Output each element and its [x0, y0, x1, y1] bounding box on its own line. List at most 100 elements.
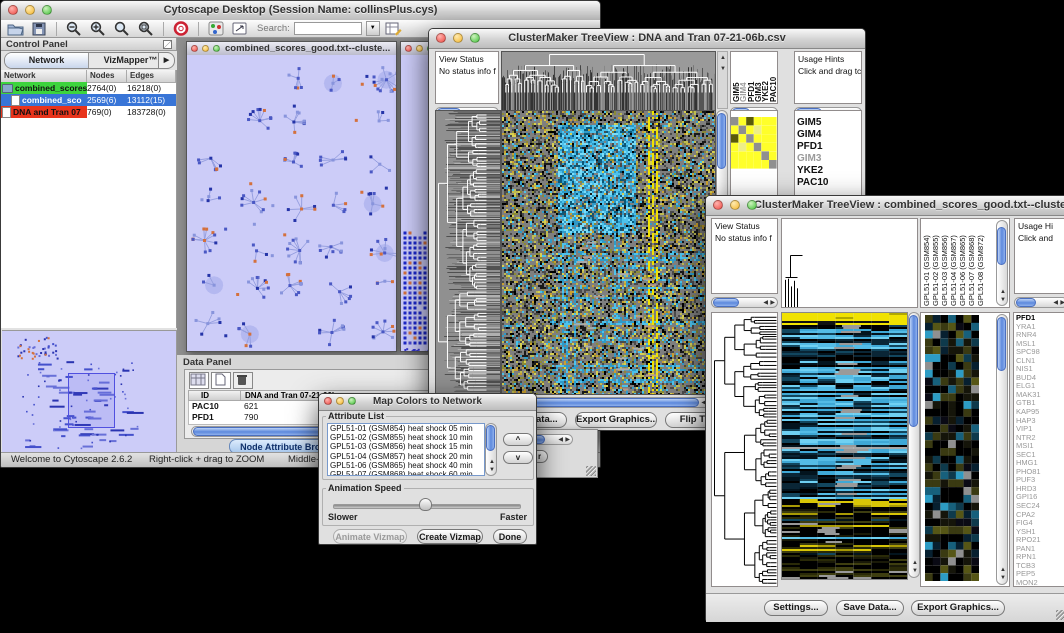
- attribute-list-item[interactable]: GPL51-04 (GSM857) heat shock 20 min: [328, 452, 484, 461]
- speed-slider-thumb[interactable]: [419, 498, 432, 511]
- zoom-in-icon[interactable]: [88, 21, 108, 37]
- cytoscape-titlebar[interactable]: Cytoscape Desktop (Session Name: collins…: [1, 1, 600, 21]
- gene-label[interactable]: GIM3: [795, 153, 861, 165]
- gene-label[interactable]: YKE2: [795, 165, 861, 177]
- column-label[interactable]: GPL51-04 (GSM857): [949, 220, 958, 306]
- birdseye-view[interactable]: [2, 330, 177, 455]
- attribute-editor-icon[interactable]: [384, 21, 404, 37]
- close-icon[interactable]: [324, 397, 332, 405]
- delete-attribute-icon[interactable]: [233, 372, 253, 389]
- attribute-list-scrollbar[interactable]: ▲▼: [485, 423, 497, 476]
- attribute-list-item[interactable]: GPL51-02 (GSM855) heat shock 10 min: [328, 433, 484, 442]
- search-input[interactable]: [294, 22, 362, 35]
- heatmap-global-view[interactable]: [781, 312, 908, 580]
- column-label[interactable]: YKE2: [761, 52, 768, 102]
- window-title: Cytoscape Desktop (Session Name: collins…: [1, 1, 600, 20]
- close-icon[interactable]: [405, 45, 412, 52]
- minimize-icon[interactable]: [336, 397, 344, 405]
- row-dendrogram[interactable]: [435, 110, 501, 395]
- treeview1-titlebar[interactable]: ClusterMaker TreeView : DNA and Tran 07-…: [429, 29, 865, 49]
- zoom-window-icon[interactable]: [470, 33, 480, 43]
- column-label[interactable]: GPL51-03 (GSM856): [940, 220, 949, 306]
- minimize-icon[interactable]: [25, 5, 35, 15]
- network-canvas[interactable]: [187, 55, 396, 351]
- column-label[interactable]: GPL51-02 (GSM855): [931, 220, 940, 306]
- done-button[interactable]: Done: [493, 529, 527, 544]
- column-label[interactable]: PAC10: [769, 52, 776, 102]
- network-row[interactable]: combined_scores 2764(0) 16218(0): [1, 82, 176, 94]
- heatmap-vscrollbar[interactable]: ▲▼: [908, 312, 920, 578]
- network-row[interactable]: DNA and Tran 07 769(0) 183728(0): [1, 106, 176, 118]
- dialog-titlebar[interactable]: Map Colors to Network: [319, 394, 536, 411]
- heatmap-global-view[interactable]: [501, 110, 716, 395]
- animate-vizmap-button[interactable]: Animate Vizmap: [333, 529, 407, 544]
- zoom-vscrollbar[interactable]: ▲▼: [996, 314, 1008, 585]
- move-down-button[interactable]: v: [503, 451, 533, 464]
- open-file-icon[interactable]: [5, 21, 25, 37]
- close-icon[interactable]: [8, 5, 18, 15]
- annotation-icon[interactable]: [230, 21, 250, 37]
- minimize-icon[interactable]: [202, 45, 209, 52]
- gene-label[interactable]: GIM5: [795, 117, 861, 129]
- tab-overflow-arrow[interactable]: ▶: [158, 52, 175, 69]
- window-title: ClusterMaker TreeView : DNA and Tran 07-…: [429, 29, 865, 48]
- zoom-out-icon[interactable]: [64, 21, 84, 37]
- view-status-scrollbar[interactable]: ◀▶: [711, 297, 778, 308]
- help-ring-icon[interactable]: [171, 21, 191, 37]
- attribute-list-item[interactable]: GPL51-01 (GSM854) heat shock 05 min: [328, 424, 484, 433]
- export-graphics-button[interactable]: Export Graphics...: [911, 600, 1005, 616]
- network-row[interactable]: combined_sco 2569(6) 13112(15): [1, 94, 176, 106]
- zoom-fit-icon[interactable]: [136, 21, 156, 37]
- attribute-list[interactable]: GPL51-01 (GSM854) heat shock 05 minGPL51…: [327, 423, 485, 476]
- column-labels-vscrollbar[interactable]: ▲▼: [996, 220, 1008, 306]
- close-icon[interactable]: [713, 200, 723, 210]
- column-label[interactable]: PFD1: [747, 52, 754, 102]
- window-controls: [713, 200, 757, 210]
- create-vizmap-button[interactable]: Create Vizmap: [417, 529, 483, 544]
- close-icon[interactable]: [191, 45, 198, 52]
- column-dendrogram[interactable]: [501, 51, 716, 111]
- zoom-window-icon[interactable]: [42, 5, 52, 15]
- column-label[interactable]: GPL51-08 (GSM872): [976, 220, 985, 306]
- resize-grip[interactable]: [586, 466, 596, 476]
- minimize-icon[interactable]: [416, 45, 423, 52]
- search-dropdown-icon[interactable]: ▼: [366, 21, 380, 36]
- control-panel-tab[interactable]: Network: [5, 53, 89, 68]
- usage-hints-scrollbar[interactable]: ◀▶: [1014, 297, 1064, 308]
- zoom-selected-icon[interactable]: [112, 21, 132, 37]
- gene-label[interactable]: PFD1: [795, 141, 861, 153]
- close-icon[interactable]: [436, 33, 446, 43]
- network-frame-1[interactable]: combined_scores_good.txt--cluste...: [186, 41, 397, 352]
- zoom-window-icon[interactable]: [747, 200, 757, 210]
- move-up-button[interactable]: ^: [503, 433, 533, 446]
- heatmap-zoom-view[interactable]: [925, 315, 979, 581]
- column-label[interactable]: GPL51-07 (GSM868): [967, 220, 976, 306]
- column-label[interactable]: GPL51-06 (GSM865): [958, 220, 967, 306]
- new-attribute-icon[interactable]: [211, 372, 231, 389]
- gene-label[interactable]: MON2: [1014, 579, 1064, 587]
- heatmap-zoom-view[interactable]: [731, 117, 777, 169]
- float-panel-icon[interactable]: [163, 40, 172, 49]
- minimize-icon[interactable]: [730, 200, 740, 210]
- gene-label[interactable]: GIM4: [795, 129, 861, 141]
- faster-label: Faster: [500, 512, 527, 522]
- treeview2-titlebar[interactable]: ClusterMaker TreeView : combined_scores_…: [706, 196, 1064, 216]
- attribute-list-item[interactable]: GPL51-03 (GSM856) heat shock 15 min: [328, 442, 484, 451]
- column-label[interactable]: GPL51-01 (GSM854): [922, 220, 931, 306]
- network-frame-titlebar[interactable]: combined_scores_good.txt--cluste...: [187, 42, 396, 56]
- vizmapper-icon[interactable]: [206, 21, 226, 37]
- zoom-window-icon[interactable]: [213, 45, 220, 52]
- zoom-window-icon[interactable]: [348, 397, 356, 405]
- gene-label[interactable]: PAC10: [795, 177, 861, 189]
- settings-button[interactable]: Settings...: [764, 600, 828, 616]
- usage-hints-text: Click and drag tc: [795, 64, 861, 76]
- attribute-list-item[interactable]: GPL51-06 (GSM865) heat shock 40 min: [328, 461, 484, 470]
- attribute-list-item[interactable]: GPL51-07 (GSM868) heat shock 60 min: [328, 470, 484, 476]
- minimize-icon[interactable]: [453, 33, 463, 43]
- export-graphics-button[interactable]: Export Graphics...: [575, 412, 657, 428]
- table-mode-icon[interactable]: [189, 372, 209, 389]
- column-label[interactable]: GIM4: [739, 52, 746, 102]
- save-data-button[interactable]: Save Data...: [836, 600, 904, 616]
- resize-grip[interactable]: [1056, 610, 1064, 620]
- save-session-icon[interactable]: [29, 21, 49, 37]
